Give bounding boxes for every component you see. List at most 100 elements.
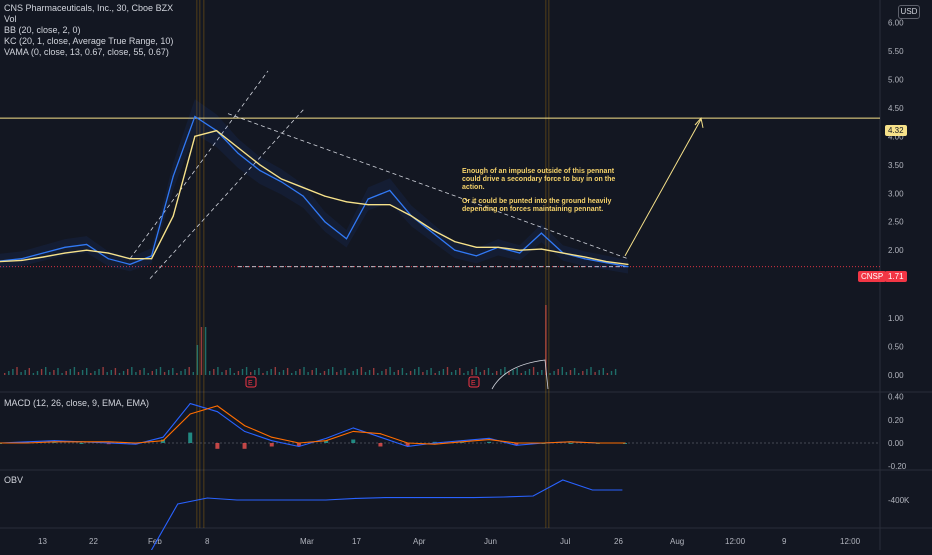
- volume-bar: [258, 368, 260, 375]
- volume-bar: [196, 345, 199, 375]
- signal-point: [624, 442, 626, 444]
- legend-vol: Vol: [4, 14, 17, 24]
- price-point: [259, 169, 261, 172]
- vama-point: [21, 259, 23, 262]
- obv-point: [266, 499, 268, 501]
- price-tick-label: 4.50: [888, 104, 904, 113]
- volume-bar: [582, 371, 584, 375]
- volume-bar: [356, 369, 358, 375]
- vama-point: [540, 248, 542, 250]
- signal-point: [271, 436, 273, 438]
- volume-bar: [262, 373, 264, 375]
- x-tick-label: 17: [352, 537, 361, 546]
- volume-bar: [49, 372, 51, 375]
- x-tick-label: Jul: [560, 537, 570, 546]
- volume-bar: [221, 372, 223, 375]
- x-tick-label: Apr: [413, 537, 426, 546]
- annotation-text-1: Enough of an impulse outside of this pen…: [462, 168, 616, 191]
- volume-bar: [270, 369, 272, 375]
- volume-bar: [77, 372, 80, 375]
- volume-bar: [360, 367, 363, 375]
- volume-bar: [414, 369, 416, 375]
- vama-point: [259, 164, 261, 166]
- macd-histogram-bar: [188, 432, 193, 443]
- legend-bb: BB (20, close, 2, 0): [4, 25, 81, 35]
- signal-point: [434, 443, 436, 445]
- volume-bar: [57, 368, 59, 375]
- obv-point: [354, 497, 356, 499]
- vama-point: [410, 215, 413, 217]
- volume-bar: [94, 371, 96, 375]
- volume-bar: [36, 371, 39, 375]
- price-point: [21, 258, 23, 260]
- macd-point: [298, 445, 300, 447]
- currency-button[interactable]: USD: [898, 5, 920, 19]
- volume-bar: [180, 371, 182, 375]
- price-tick-label: 2.50: [888, 218, 904, 227]
- volume-bar: [229, 368, 231, 375]
- price-point: [194, 115, 196, 118]
- volume-bar: [45, 367, 47, 375]
- macd-point: [216, 411, 218, 413]
- obv-point: [414, 497, 416, 499]
- obv-point: [532, 495, 534, 497]
- volume-bar: [606, 373, 609, 375]
- macd-point: [189, 403, 191, 405]
- volume-bar: [16, 367, 18, 375]
- price-point: [454, 249, 456, 251]
- volume-bar: [553, 371, 555, 375]
- macd-histogram-bar: [79, 443, 84, 444]
- volume-bar: [86, 368, 88, 375]
- earnings-marker-label: E: [248, 380, 253, 387]
- volume-bar: [127, 369, 129, 375]
- volume-bar: [430, 368, 432, 375]
- session-band: [545, 0, 547, 528]
- volume-bar: [311, 370, 313, 375]
- volume-bar: [131, 367, 133, 375]
- x-tick-label: 8: [205, 537, 210, 546]
- volume-bar: [524, 371, 527, 375]
- price-point: [64, 246, 66, 248]
- volume-bar: [282, 370, 285, 375]
- vama-point: [280, 178, 283, 180]
- session-band: [199, 0, 201, 528]
- volume-bar: [532, 367, 535, 375]
- vama-point: [605, 260, 607, 263]
- signal-point: [216, 405, 218, 407]
- volume-bar: [65, 371, 67, 375]
- volume-bar: [102, 367, 104, 375]
- price-tick-label: 5.00: [888, 75, 904, 84]
- macd-tick-label: 0.40: [888, 393, 904, 402]
- volume-bar: [213, 369, 215, 375]
- obv-point: [236, 499, 238, 501]
- signal-point: [244, 425, 246, 427]
- volume-bar: [590, 367, 592, 375]
- volume-bar: [163, 372, 166, 375]
- volume-bar: [209, 371, 211, 375]
- signal-point: [461, 441, 463, 443]
- volume-bar: [114, 368, 117, 375]
- price-point: [86, 243, 88, 246]
- volume-bar: [487, 368, 490, 375]
- volume-bar: [118, 373, 121, 375]
- target-price-badge: 4.32: [885, 125, 907, 136]
- volume-bar: [594, 372, 596, 375]
- macd-histogram-bar: [378, 443, 383, 447]
- signal-point: [162, 440, 164, 442]
- volume-bar: [106, 372, 108, 375]
- volume-bar: [327, 369, 330, 375]
- vama-point: [107, 252, 109, 254]
- volume-bar: [557, 369, 559, 375]
- chart-canvas[interactable]: 6.506.005.505.004.504.003.503.002.502.00…: [0, 0, 932, 555]
- volume-bar: [573, 368, 576, 375]
- volume-bar: [344, 368, 346, 375]
- signal-point: [53, 441, 55, 443]
- x-tick-label: Jun: [484, 537, 497, 546]
- volume-bar: [98, 369, 100, 375]
- signal-point: [488, 439, 490, 441]
- volume-bar: [368, 370, 371, 375]
- volume-bar: [385, 369, 387, 375]
- volume-bar: [393, 372, 395, 375]
- volume-bar: [69, 369, 71, 375]
- volume-bar: [295, 371, 297, 375]
